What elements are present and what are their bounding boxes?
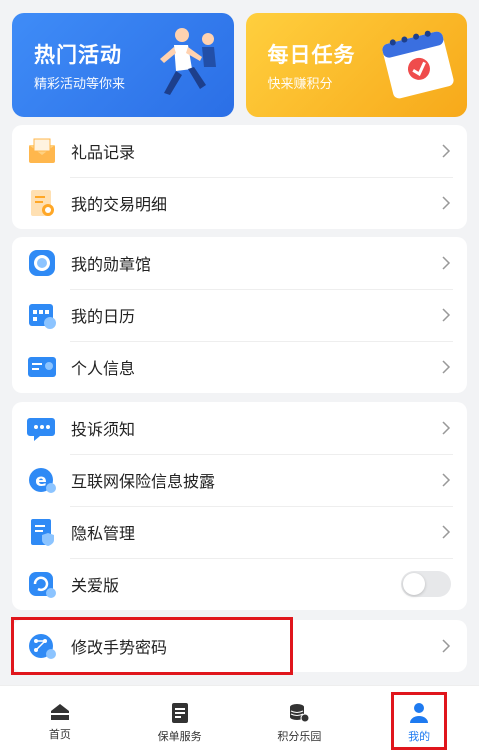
daily-tasks-banner[interactable]: 每日任务 快来赚积分: [245, 13, 467, 117]
menu-item-medal-hall[interactable]: 我的勋章馆: [12, 237, 467, 289]
banner-row: 热门活动 精彩活动等你来 每日任务 快来赚积分: [12, 13, 467, 117]
svg-text:e: e: [35, 471, 47, 491]
gift-envelope-icon: [27, 136, 57, 166]
chat-bubble-icon: [27, 413, 57, 443]
policy-document-icon: [171, 703, 188, 723]
menu-item-transaction-details[interactable]: 我的交易明细: [12, 177, 467, 229]
care-refresh-icon: [27, 569, 57, 599]
chevron-right-icon: [442, 196, 451, 210]
menu-item-insurance-disclosure[interactable]: e 互联网保险信息披露: [12, 454, 467, 506]
chevron-right-icon: [442, 421, 451, 435]
menu-item-complaint-notice[interactable]: 投诉须知: [12, 402, 467, 454]
calendar-icon: [27, 300, 57, 330]
chevron-right-icon: [442, 308, 451, 322]
menu-item-label: 我的勋章馆: [71, 255, 152, 274]
chevron-right-icon: [442, 144, 451, 158]
menu-item-label: 互联网保险信息披露: [71, 472, 216, 491]
hot-activities-banner[interactable]: 热门活动 精彩活动等你来: [12, 13, 234, 117]
menu-item-personal-info[interactable]: 个人信息: [12, 341, 467, 393]
menu-item-privacy-management[interactable]: 隐私管理: [12, 506, 467, 558]
tab-label: 首页: [48, 728, 71, 741]
id-card-icon: [27, 352, 57, 382]
medal-icon: [27, 248, 57, 278]
tab-policy-service[interactable]: 保单服务: [120, 686, 240, 753]
toggle-knob: [403, 573, 425, 595]
chevron-right-icon: [442, 360, 451, 374]
tab-home[interactable]: 首页: [0, 686, 120, 753]
menu-item-gift-records[interactable]: 礼品记录: [12, 125, 467, 177]
settings-card: 投诉须知 e 互联网保险信息披露 隐私管理 关爱版: [12, 402, 467, 610]
menu-item-label: 礼品记录: [71, 143, 136, 162]
tab-label: 积分乐园: [277, 730, 322, 743]
privacy-document-icon: [27, 517, 57, 547]
chevron-right-icon: [442, 256, 451, 270]
menu-item-label: 投诉须知: [71, 420, 136, 439]
calendar-illustration-icon: [382, 30, 454, 99]
care-version-toggle[interactable]: [401, 571, 451, 597]
home-icon: [50, 704, 69, 720]
internet-e-icon: e: [27, 465, 57, 495]
tab-label: 保单服务: [157, 730, 202, 743]
chevron-right-icon: [442, 473, 451, 487]
menu-item-label: 我的日历: [71, 307, 136, 326]
menu-item-label: 隐私管理: [71, 524, 136, 543]
tab-points-park[interactable]: 积分乐园: [240, 686, 360, 753]
highlight-box-gesture-password: [11, 617, 293, 675]
highlight-box-mine-tab: [391, 692, 447, 750]
runners-illustration-icon: [159, 28, 216, 95]
coins-stack-icon: [290, 704, 310, 723]
menu-item-label: 我的交易明细: [71, 195, 168, 214]
menu-item-care-version: 关爱版: [12, 558, 467, 610]
menu-item-my-calendar[interactable]: 我的日历: [12, 289, 467, 341]
menu-item-label: 关爱版: [71, 576, 120, 595]
chevron-right-icon: [442, 639, 451, 653]
records-card: 礼品记录 我的交易明细: [12, 125, 467, 229]
transaction-document-icon: [27, 188, 57, 218]
menu-item-label: 个人信息: [71, 359, 136, 378]
chevron-right-icon: [442, 525, 451, 539]
personal-card: 我的勋章馆 我的日历 个人信息: [12, 237, 467, 393]
